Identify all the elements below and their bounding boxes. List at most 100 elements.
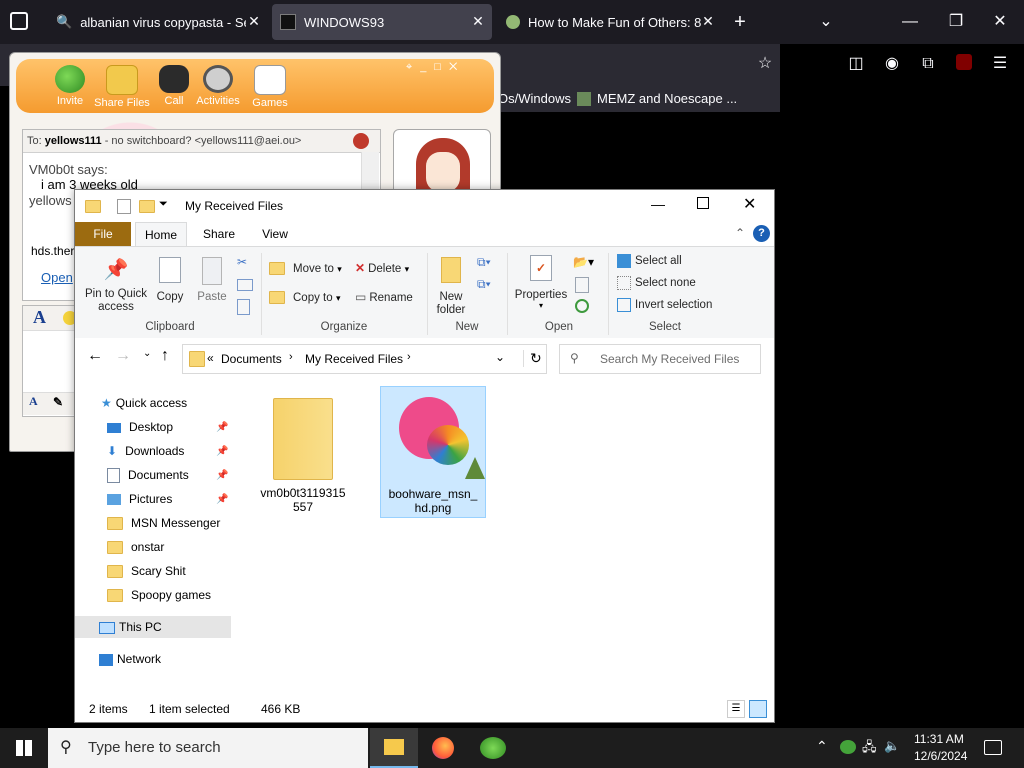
collapse-ribbon-icon[interactable]: ⌃ bbox=[735, 226, 745, 240]
details-view-icon[interactable]: ☰ bbox=[727, 700, 745, 718]
edit-icon[interactable] bbox=[575, 277, 589, 293]
breadcrumb-documents[interactable]: Documents bbox=[221, 352, 282, 366]
minimize-icon[interactable]: — bbox=[898, 10, 922, 34]
show-hidden-icons-chevron-icon[interactable]: ⌃ bbox=[816, 738, 828, 755]
window-controls-icon[interactable]: ⌖_□✕ bbox=[406, 61, 465, 74]
forward-arrow-icon[interactable]: → bbox=[115, 347, 131, 365]
paste-button[interactable]: Paste bbox=[195, 257, 229, 303]
clock-time[interactable]: 11:31 AM bbox=[914, 732, 964, 746]
move-to-button[interactable]: Move to ▾ bbox=[269, 261, 342, 276]
select-none-button[interactable]: Select none bbox=[617, 275, 696, 290]
refresh-icon[interactable]: ↻ bbox=[523, 350, 542, 367]
address-bar[interactable]: « Documents › My Received Files › ⌄ ↻ bbox=[182, 344, 547, 374]
new-item-icon[interactable]: ⧉▾ bbox=[477, 255, 491, 270]
nav-downloads[interactable]: ⬇ Downloads bbox=[107, 440, 184, 462]
tab-albanian-virus[interactable]: 🔍 albanian virus copypasta - Sear ✕ bbox=[46, 4, 268, 40]
close-icon[interactable]: ✕ bbox=[470, 13, 486, 29]
rename-button[interactable]: ▭ Rename bbox=[355, 290, 413, 304]
nav-scary-shit[interactable]: Scary Shit bbox=[107, 560, 186, 582]
breadcrumb-separator-icon[interactable]: › bbox=[289, 351, 293, 363]
paste-shortcut-icon[interactable] bbox=[237, 299, 250, 315]
properties-button[interactable]: ✓ Properties ▾ bbox=[513, 255, 569, 310]
properties-qat-icon[interactable] bbox=[117, 199, 131, 214]
copy-to-button[interactable]: Copy to ▾ bbox=[269, 290, 341, 305]
file-item-png-selected[interactable]: boohware_msn_hd.png bbox=[380, 386, 486, 518]
ublock-icon[interactable] bbox=[954, 54, 974, 74]
file-explorer-taskbar-icon[interactable] bbox=[370, 728, 418, 768]
copy-button[interactable]: Copy bbox=[155, 257, 185, 303]
tab-home[interactable]: Home bbox=[135, 222, 187, 247]
handwriting-icon[interactable]: ✎ bbox=[53, 395, 63, 409]
invite-button[interactable]: Invite bbox=[42, 65, 98, 107]
menu-hamburger-icon[interactable]: ☰ bbox=[990, 54, 1010, 74]
open-link[interactable]: Open bbox=[41, 270, 73, 285]
nav-pictures[interactable]: Pictures bbox=[107, 488, 172, 510]
bookmark-os-windows[interactable]: Os/Windows bbox=[498, 91, 571, 106]
nav-documents[interactable]: Documents bbox=[107, 464, 189, 486]
pin-icon[interactable]: 📌 bbox=[216, 494, 228, 505]
font-icon[interactable]: A bbox=[33, 307, 46, 328]
nav-msn-messenger[interactable]: MSN Messenger bbox=[107, 512, 220, 534]
new-tab-plus-icon[interactable]: + bbox=[728, 10, 752, 34]
tab-file[interactable]: File bbox=[75, 222, 131, 246]
pin-icon[interactable]: 📌 bbox=[216, 422, 228, 433]
nav-network[interactable]: Network bbox=[99, 648, 161, 670]
share-files-button[interactable]: Share Files bbox=[94, 65, 150, 109]
cut-icon[interactable]: ✂ bbox=[237, 255, 247, 269]
close-window-icon[interactable]: ✕ bbox=[988, 10, 1012, 34]
tab-list-icon[interactable] bbox=[10, 12, 28, 30]
minimize-icon[interactable]: — bbox=[651, 196, 665, 212]
invert-selection-button[interactable]: Invert selection bbox=[617, 297, 712, 312]
windows-start-icon[interactable] bbox=[16, 740, 32, 756]
new-folder-button[interactable]: New folder bbox=[433, 257, 469, 317]
activities-button[interactable]: Activities bbox=[190, 65, 246, 107]
pin-icon[interactable]: 📌 bbox=[216, 470, 228, 481]
volume-icon[interactable]: 🔈 bbox=[884, 738, 900, 754]
tab-how-to-make-fun[interactable]: How to Make Fun of Others: 8 \ ✕ bbox=[496, 4, 722, 40]
close-icon[interactable]: ✕ bbox=[246, 13, 262, 29]
pin-icon[interactable]: 📌 bbox=[216, 446, 228, 457]
block-contact-icon[interactable] bbox=[353, 133, 369, 149]
easy-access-icon[interactable]: ⧉▾ bbox=[477, 277, 491, 292]
tab-view[interactable]: View bbox=[249, 222, 301, 246]
msn-tray-icon[interactable] bbox=[840, 740, 856, 754]
breadcrumb-my-received-files[interactable]: My Received Files bbox=[305, 352, 403, 366]
network-tray-icon[interactable]: 🖧 bbox=[862, 738, 877, 760]
msn-taskbar-icon[interactable] bbox=[480, 737, 506, 759]
file-item-folder[interactable]: vm0b0t3119315557 bbox=[255, 390, 351, 514]
qat-chevron-icon[interactable]: ⏷ bbox=[159, 198, 168, 211]
large-icons-view-icon[interactable] bbox=[749, 700, 767, 718]
nav-this-pc[interactable]: This PC bbox=[75, 616, 231, 638]
firefox-taskbar-icon[interactable] bbox=[432, 737, 454, 759]
breadcrumb-separator-icon[interactable]: › bbox=[407, 351, 411, 363]
recent-chevron-icon[interactable]: ⌄ bbox=[143, 348, 151, 359]
close-icon[interactable]: ✕ bbox=[700, 13, 716, 29]
nav-spoopy-games[interactable]: Spoopy games bbox=[107, 584, 211, 606]
nav-desktop[interactable]: Desktop bbox=[107, 416, 173, 438]
up-arrow-icon[interactable]: ↑ bbox=[161, 347, 169, 365]
notification-icon[interactable] bbox=[984, 740, 1002, 755]
extensions-icon[interactable]: ⧉ bbox=[918, 54, 938, 74]
delete-button[interactable]: ✕ Delete ▾ bbox=[355, 261, 409, 275]
back-arrow-icon[interactable]: ← bbox=[87, 347, 103, 365]
close-icon[interactable]: ✕ bbox=[743, 194, 756, 214]
copy-path-icon[interactable] bbox=[237, 279, 253, 291]
nav-onstar[interactable]: onstar bbox=[107, 536, 164, 558]
pin-quick-access-button[interactable]: 📌 Pin to Quick access bbox=[81, 257, 151, 314]
tab-share[interactable]: Share bbox=[193, 222, 245, 246]
account-icon[interactable]: ◉ bbox=[882, 54, 902, 74]
address-dropdown-icon[interactable]: ⌄ bbox=[495, 350, 505, 364]
games-button[interactable]: Games bbox=[242, 65, 298, 109]
help-icon[interactable]: ? bbox=[753, 225, 770, 242]
maximize-icon[interactable] bbox=[697, 197, 709, 209]
open-with-icon[interactable]: 📂▾ bbox=[573, 255, 594, 269]
bookmark-star-icon[interactable]: ☆ bbox=[755, 54, 775, 74]
history-icon[interactable] bbox=[575, 299, 589, 313]
taskbar-search[interactable]: ⚲ Type here to search bbox=[48, 728, 368, 768]
overflow-chevron-icon[interactable]: « bbox=[207, 351, 214, 365]
nav-quick-access[interactable]: ★ Quick access bbox=[101, 392, 187, 414]
pocket-icon[interactable]: ◫ bbox=[846, 54, 866, 74]
font-style-icon[interactable]: A bbox=[29, 394, 38, 409]
tab-windows93[interactable]: WINDOWS93 ✕ bbox=[272, 4, 492, 40]
tab-list-chevron-icon[interactable]: ⌄ bbox=[814, 10, 838, 34]
